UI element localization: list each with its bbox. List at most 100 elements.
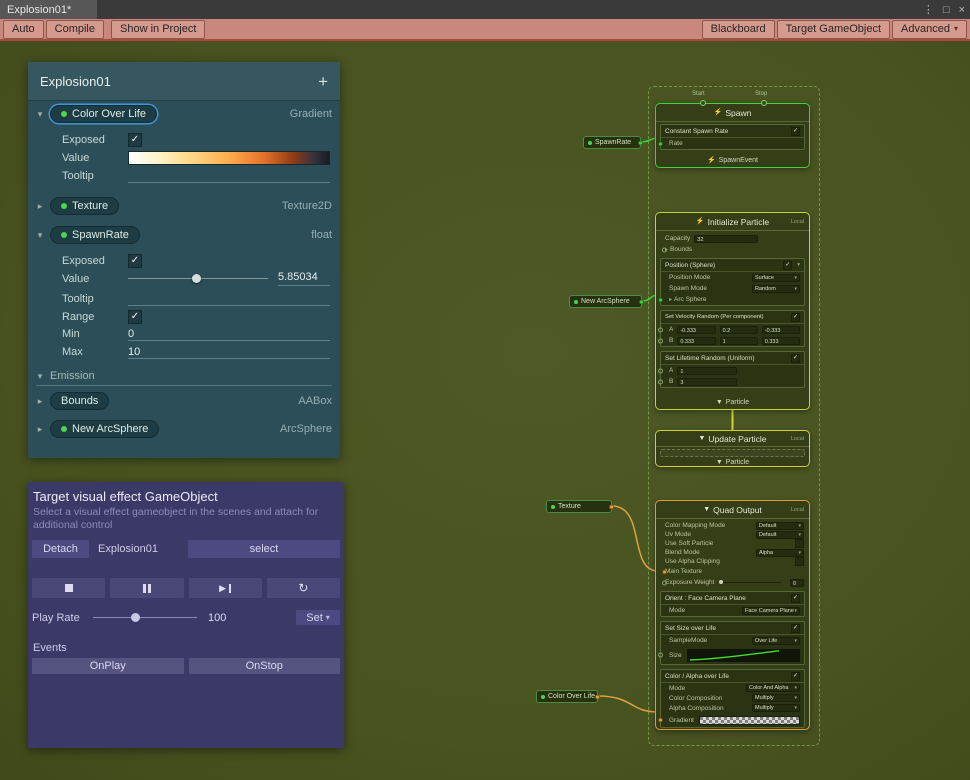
- main-texture-input-port[interactable]: [662, 569, 667, 574]
- block-enabled-checkbox[interactable]: ✓: [791, 313, 800, 322]
- onplay-button[interactable]: OnPlay: [32, 658, 184, 674]
- uv-mode-dropdown[interactable]: Default▾: [756, 531, 804, 539]
- exposed-checkbox[interactable]: ✓: [128, 254, 142, 268]
- output-port[interactable]: [638, 140, 643, 145]
- output-port[interactable]: [639, 299, 644, 304]
- property-node-new-arcsphere[interactable]: New ArcSphere: [569, 295, 642, 308]
- particle-output-port[interactable]: ▼ Particle: [656, 395, 809, 409]
- color-mode-dropdown[interactable]: Color And Alpha▾: [746, 684, 800, 692]
- space-badge[interactable]: Local: [791, 219, 804, 225]
- property-pill-texture[interactable]: Texture: [50, 197, 119, 215]
- property-node-spawnrate[interactable]: SpawnRate: [583, 136, 641, 149]
- a-field[interactable]: 1: [677, 367, 737, 375]
- sample-mode-dropdown[interactable]: Over Life▾: [752, 637, 800, 645]
- blackboard-toggle-button[interactable]: Blackboard: [702, 20, 775, 39]
- initialize-context-node[interactable]: ⚡ Initialize Particle Local Capacity 32 …: [655, 212, 810, 410]
- block-enabled-checkbox[interactable]: ✓: [783, 261, 792, 270]
- capacity-field[interactable]: 32: [694, 235, 758, 243]
- show-in-project-button[interactable]: Show in Project: [111, 20, 205, 39]
- slider-handle[interactable]: [131, 613, 140, 622]
- color-alpha-over-life-block[interactable]: Color / Alpha over Life ✓ Mode Color And…: [660, 669, 805, 728]
- orient-block[interactable]: Orient : Face Camera Plane ✓ Mode Face C…: [660, 591, 805, 617]
- quad-output-context-node[interactable]: ▼ Quad Output Local Color Mapping Mode D…: [655, 500, 810, 730]
- alpha-clipping-checkbox[interactable]: [795, 557, 804, 566]
- soft-particle-checkbox[interactable]: [795, 539, 804, 548]
- max-field[interactable]: 10: [128, 344, 330, 359]
- block-enabled-checkbox[interactable]: ✓: [791, 594, 800, 603]
- property-node-color-over-life[interactable]: Color Over Life: [536, 690, 598, 703]
- color-composition-dropdown[interactable]: Multiply▾: [752, 694, 800, 702]
- min-field[interactable]: 0: [128, 326, 330, 341]
- select-button[interactable]: select: [188, 540, 340, 558]
- constant-spawn-rate-block[interactable]: Constant Spawn Rate ✓ Rate: [660, 124, 805, 150]
- spawn-node-header[interactable]: ⚡ Spawn: [656, 104, 809, 122]
- output-port[interactable]: [609, 504, 614, 509]
- chevron-right-icon[interactable]: ▸: [36, 201, 44, 212]
- range-checkbox[interactable]: ✓: [128, 310, 142, 324]
- a-y-field[interactable]: 0.2: [720, 326, 758, 334]
- spawn-event-output-port[interactable]: ⚡ SpawnEvent: [656, 153, 809, 167]
- set-lifetime-random-block[interactable]: Set Lifetime Random (Uniform) ✓ A 1 B 3: [660, 351, 805, 388]
- chevron-down-icon[interactable]: ▾: [36, 230, 44, 241]
- arcsphere-input-port[interactable]: [658, 297, 663, 302]
- gradient-value-field[interactable]: [128, 151, 330, 165]
- auto-button[interactable]: Auto: [3, 20, 44, 39]
- set-play-rate-dropdown[interactable]: Set▾: [296, 610, 340, 625]
- update-context-node[interactable]: ▼ Update Particle Local ▼ Particle: [655, 430, 810, 467]
- bounds-input-port[interactable]: [662, 247, 667, 252]
- blend-mode-dropdown[interactable]: Alpha▾: [756, 549, 804, 557]
- property-pill-new-arcsphere[interactable]: New ArcSphere: [50, 420, 159, 438]
- property-node-texture[interactable]: Texture: [546, 500, 612, 513]
- block-enabled-checkbox[interactable]: ✓: [791, 624, 800, 633]
- particle-output-port[interactable]: ▼ Particle: [656, 459, 809, 466]
- chevron-right-icon[interactable]: ▸: [669, 296, 672, 303]
- output-node-header[interactable]: ▼ Quad Output Local: [656, 501, 809, 519]
- value-slider[interactable]: [128, 278, 268, 279]
- detach-button[interactable]: Detach: [32, 540, 89, 558]
- exposure-weight-slider[interactable]: [719, 582, 781, 583]
- orient-mode-dropdown[interactable]: Face Camera Plane▾: [742, 607, 800, 615]
- rate-input-port[interactable]: [658, 141, 663, 146]
- block-enabled-checkbox[interactable]: ✓: [791, 127, 800, 136]
- set-size-over-life-block[interactable]: Set Size over Life ✓ SampleMode Over Lif…: [660, 621, 805, 665]
- block-enabled-checkbox[interactable]: ✓: [791, 672, 800, 681]
- restore-window-icon[interactable]: □: [943, 4, 950, 16]
- alpha-composition-dropdown[interactable]: Multiply▾: [752, 704, 800, 712]
- exposure-weight-field[interactable]: 0: [790, 579, 804, 587]
- property-pill-color-over-life[interactable]: Color Over Life: [50, 105, 157, 123]
- restart-button[interactable]: ↻: [267, 578, 340, 598]
- empty-block-area[interactable]: [660, 449, 805, 457]
- set-velocity-random-block[interactable]: Set Velocity Random (Per component) ✓ A …: [660, 310, 805, 347]
- spawn-context-node[interactable]: ⚡ Spawn Constant Spawn Rate ✓ Rate ⚡ Spa…: [655, 103, 810, 168]
- compile-button[interactable]: Compile: [46, 20, 104, 39]
- a-input-port[interactable]: [658, 327, 663, 332]
- property-pill-bounds[interactable]: Bounds: [50, 392, 109, 410]
- color-mapping-dropdown[interactable]: Default▾: [756, 522, 804, 530]
- spawn-start-port[interactable]: [700, 100, 706, 106]
- b-z-field[interactable]: 0.333: [762, 337, 800, 345]
- a-z-field[interactable]: -0.333: [762, 326, 800, 334]
- play-rate-slider[interactable]: [93, 617, 197, 618]
- size-curve-field[interactable]: [687, 649, 800, 662]
- slider-handle[interactable]: [192, 274, 201, 283]
- spawn-mode-dropdown[interactable]: Random▾: [752, 285, 800, 293]
- step-button[interactable]: ▶: [189, 578, 262, 598]
- chevron-right-icon[interactable]: ▸: [36, 424, 44, 435]
- spawn-stop-port[interactable]: [761, 100, 767, 106]
- a-input-port[interactable]: [658, 368, 663, 373]
- a-x-field[interactable]: -0.333: [677, 326, 715, 334]
- tooltip-field[interactable]: [128, 168, 330, 183]
- b-y-field[interactable]: 1: [720, 337, 758, 345]
- exposure-weight-input-port[interactable]: [662, 580, 667, 585]
- advanced-dropdown[interactable]: Advanced▾: [892, 20, 967, 39]
- gradient-field[interactable]: [699, 716, 800, 725]
- chevron-down-icon[interactable]: ▾: [797, 262, 800, 268]
- close-window-icon[interactable]: ×: [959, 4, 965, 16]
- space-badge[interactable]: Local: [791, 436, 804, 442]
- position-sphere-block[interactable]: Position (Sphere) ✓ ▾ Position Mode Surf…: [660, 258, 805, 306]
- chevron-down-icon[interactable]: ▾: [36, 371, 44, 382]
- pause-button[interactable]: [110, 578, 183, 598]
- category-emission[interactable]: ▾ Emission: [36, 367, 332, 386]
- gradient-input-port[interactable]: [658, 718, 663, 723]
- target-gameobject-toggle-button[interactable]: Target GameObject: [777, 20, 890, 39]
